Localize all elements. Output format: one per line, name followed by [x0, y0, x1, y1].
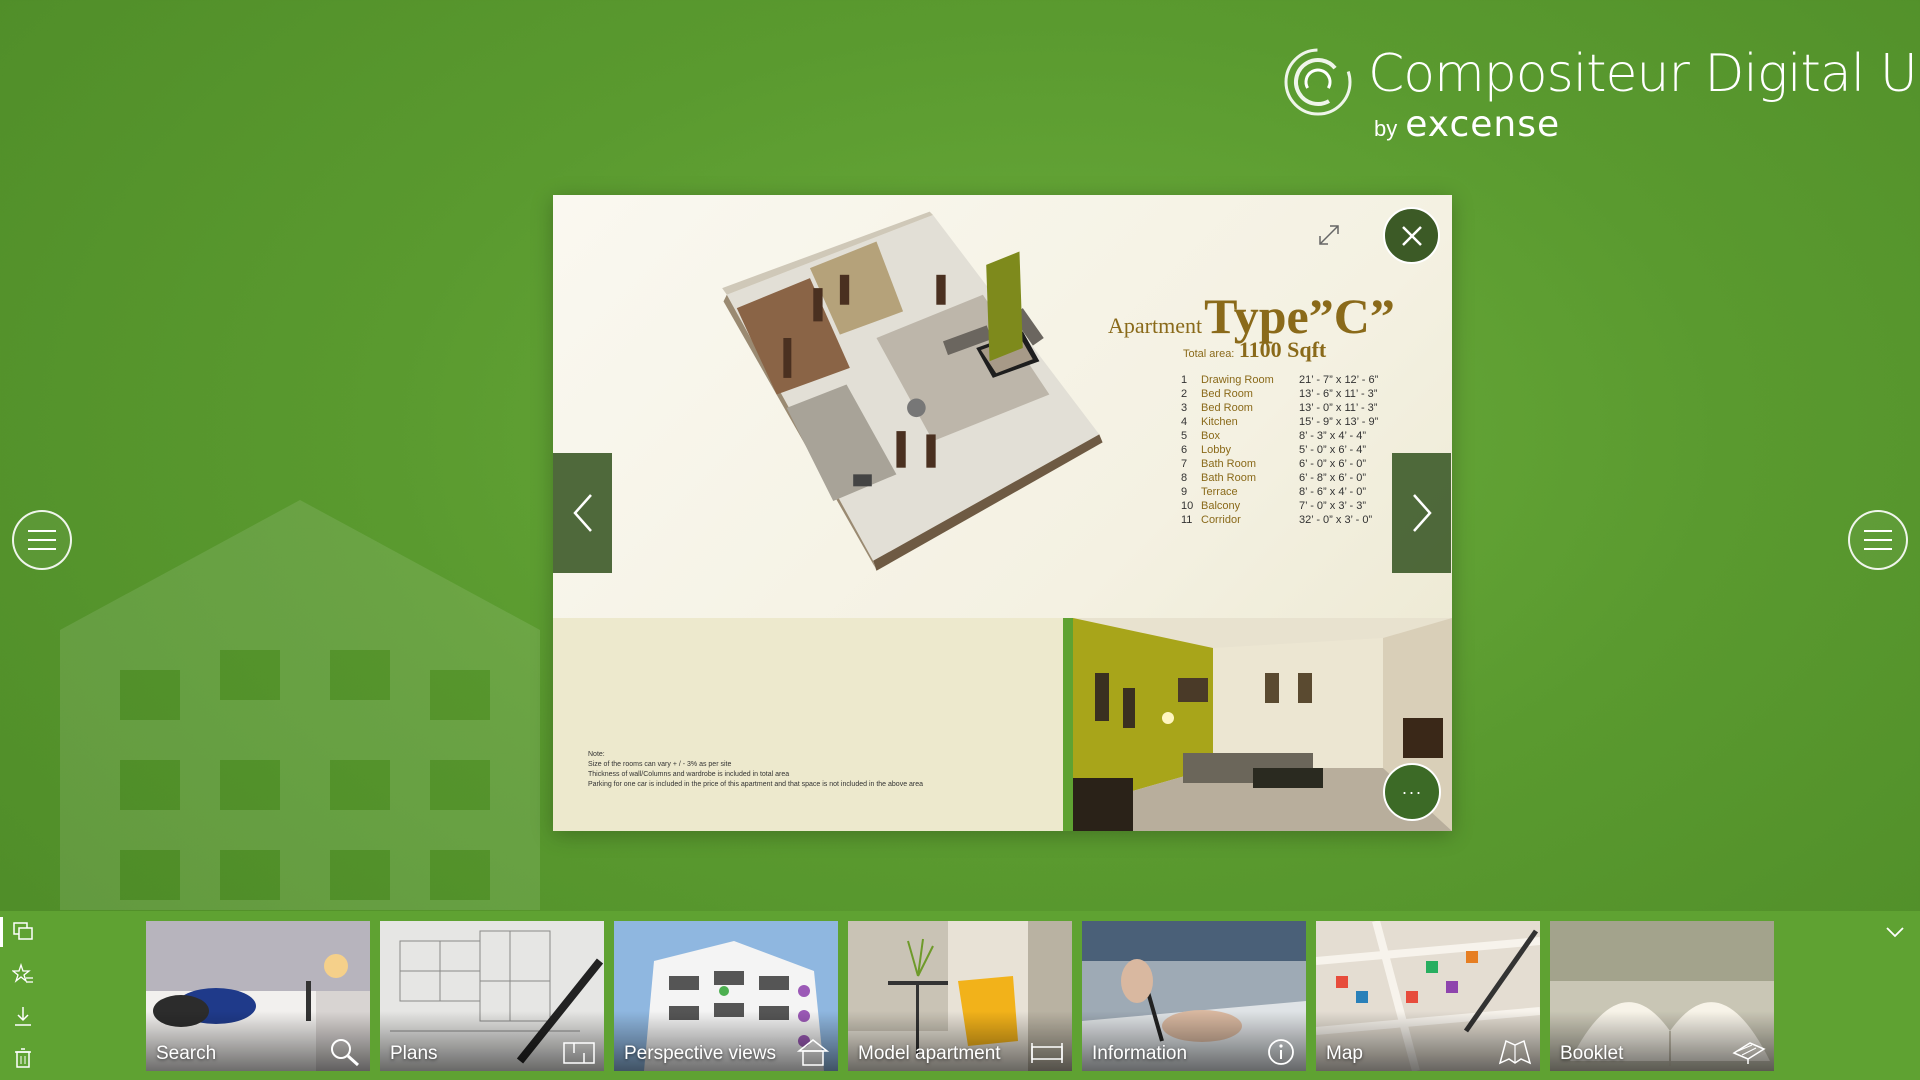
tile-booklet[interactable]: Booklet [1550, 921, 1774, 1071]
room-row: 10 Balcony 7’ - 0” x 3’ - 3” [1181, 500, 1367, 512]
logo-swirl-icon [1284, 48, 1352, 116]
room-row: 4 Kitchen 15’ - 9” x 13’ - 9” [1181, 416, 1379, 428]
tile-label: Information [1092, 1043, 1188, 1064]
tile-model-apartment[interactable]: Model apartment [848, 921, 1072, 1071]
apartment-title: ApartmentType”C” Total area: 1100 Sqft [1108, 287, 1395, 362]
hamburger-icon [1864, 530, 1892, 550]
chevron-right-icon [1412, 494, 1432, 532]
room-row: 1 Drawing Room 21’ - 7” x 12’ - 6” [1181, 374, 1379, 386]
close-button[interactable] [1383, 207, 1440, 264]
more-options-button[interactable]: ··· [1383, 763, 1441, 821]
tile-label: Search [156, 1043, 217, 1064]
apartment-prefix: Apartment [1108, 313, 1203, 338]
tile-label: Perspective views [624, 1043, 777, 1064]
tile-information[interactable]: Information [1082, 921, 1306, 1071]
room-row: 7 Bath Room 6’ - 0” x 6’ - 0” [1181, 458, 1367, 470]
background-building [60, 500, 540, 910]
room-list: 1 Drawing Room 21’ - 7” x 12’ - 6” 2 Bed Ro… [1181, 373, 1378, 527]
close-icon [1401, 225, 1422, 246]
tool-column [0, 911, 46, 1080]
plan-bottom-panel [553, 618, 1063, 831]
chevron-left-icon [572, 494, 592, 532]
room-row: 6 Lobby 5’ - 0” x 6’ - 4” [1181, 444, 1367, 456]
house-icon [796, 1039, 830, 1066]
tile-label: Booklet [1560, 1043, 1624, 1064]
duplicate-button[interactable] [8, 917, 38, 947]
trash-button[interactable] [8, 1043, 38, 1073]
tile-label: Plans [390, 1043, 438, 1064]
collapse-toolbar-button[interactable] [1880, 917, 1910, 947]
room-row: 11 Corridor 32’ - 0” x 3’ - 0” [1181, 514, 1373, 526]
app-logo: Compositeur Digital UX by excense [1282, 40, 1920, 150]
chevron-down-icon [1886, 927, 1904, 938]
favorite-button[interactable] [8, 959, 38, 989]
duplicate-icon [13, 922, 33, 940]
bottom-toolbar: Search Plans Perspective views Model apa… [0, 911, 1920, 1080]
room-row: 9 Terrace 8’ - 6” x 4’ - 0” [1181, 486, 1367, 498]
tile-search[interactable]: Search [146, 921, 370, 1071]
room-row: 5 Box 8’ - 3” x 4’ - 4” [1181, 430, 1367, 442]
room-row: 2 Bed Room 13’ - 6” x 11’ - 3” [1181, 388, 1378, 400]
map-icon [1498, 1039, 1532, 1065]
right-menu-button[interactable] [1848, 510, 1908, 570]
favorite-icon [12, 963, 33, 983]
info-icon [1268, 1039, 1294, 1065]
next-button[interactable] [1392, 453, 1451, 573]
tile-map[interactable]: Map [1316, 921, 1540, 1071]
plan-note: Note: Size of the rooms can vary + / - 3… [588, 751, 924, 788]
hamburger-icon [28, 530, 56, 550]
download-icon [15, 1007, 31, 1026]
tile-label: Map [1326, 1043, 1363, 1064]
left-menu-button[interactable] [12, 510, 72, 570]
tile-perspective-views[interactable]: Perspective views [614, 921, 838, 1071]
search-icon [331, 1039, 360, 1067]
room-row: 3 Bed Room 13’ - 0” x 11’ - 3” [1181, 402, 1378, 414]
logo-subtitle: by excense [1374, 104, 1560, 145]
logo-by: by [1374, 116, 1398, 141]
tile-label: Model apartment [858, 1043, 1001, 1064]
plan-icon [563, 1042, 595, 1064]
total-area-label: Total area: [1183, 348, 1235, 360]
logo-brand: excense [1405, 104, 1561, 145]
logo-title: Compositeur Digital UX [1368, 44, 1920, 104]
expand-icon [1319, 225, 1339, 245]
expand-button[interactable] [1315, 221, 1343, 249]
room-row: 8 Bath Room 6’ - 8” x 6’ - 0” [1181, 472, 1367, 484]
total-area-value: 1100 Sqft [1238, 337, 1327, 362]
trash-icon [15, 1048, 31, 1068]
bed-icon [1031, 1043, 1063, 1063]
download-button[interactable] [8, 1001, 38, 1031]
document-viewer: ApartmentType”C” Total area: 1100 Sqft 1… [553, 195, 1452, 831]
tile-plans[interactable]: Plans [380, 921, 604, 1071]
total-area: Total area: 1100 Sqft [1183, 337, 1326, 363]
booklet-icon [1732, 1042, 1766, 1064]
previous-button[interactable] [553, 453, 612, 573]
active-tool-indicator [0, 917, 3, 947]
apartment-type: Type”C” [1204, 288, 1395, 344]
